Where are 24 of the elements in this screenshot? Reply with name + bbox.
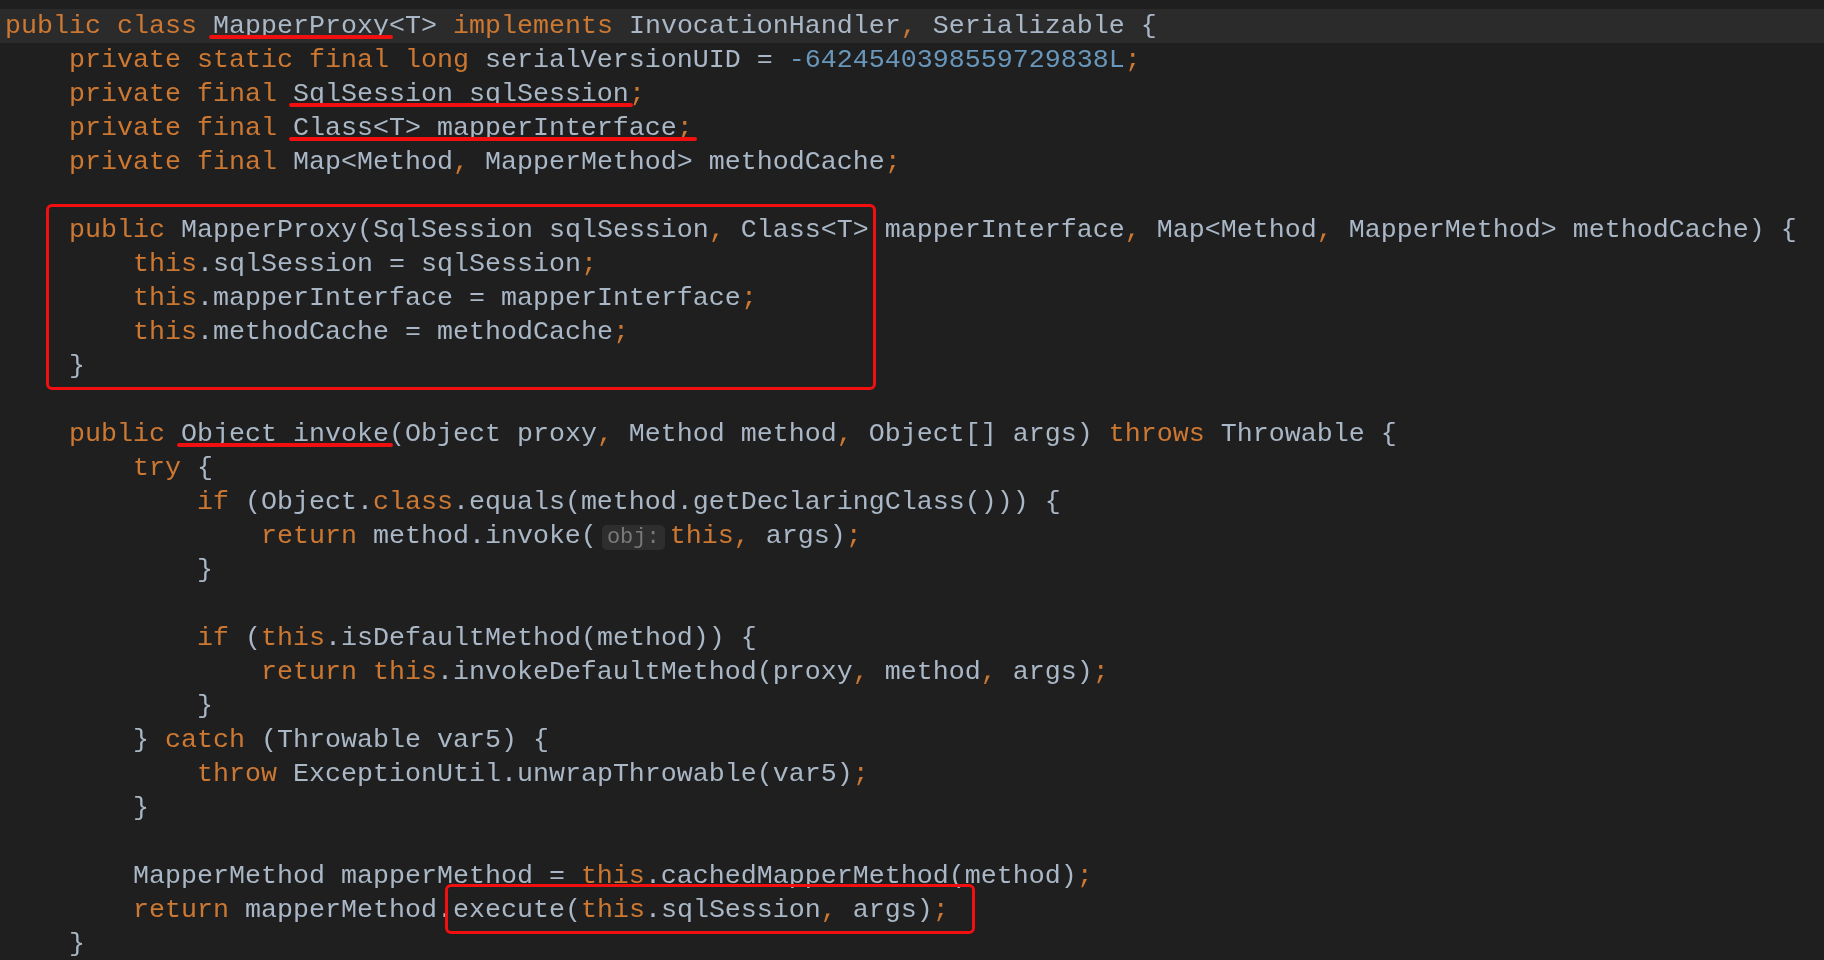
code-line: if (Object.class.equals(method.getDeclaringClass())) { [195, 486, 1061, 519]
code-line: private final Map<Method, MapperMethod> methodCache; [68, 146, 901, 179]
code-line: } [195, 554, 213, 587]
code-line: } catch (Throwable var5) { [131, 724, 549, 757]
code-line: return this.invokeDefaultMethod(proxy, method, args); [259, 656, 1109, 689]
code-line: this.mapperInterface = mapperInterface; [132, 282, 757, 315]
code-line: } [69, 350, 85, 383]
code-line: return method.invoke( obj: this, args); [259, 520, 862, 553]
code-line: try { [131, 452, 213, 485]
code-line: public MapperProxy(SqlSession sqlSession, Class<T> [69, 214, 869, 247]
code-line: this.sqlSession = sqlSession; [132, 248, 597, 281]
code-line: } [131, 792, 149, 825]
code-line: mapperInterface, Map<Method, MapperMethod> methodCache) { [883, 214, 1797, 247]
code-line: execute(this.sqlSession, args); [452, 894, 949, 927]
code-line: private final SqlSession sqlSession; [68, 78, 645, 111]
code-line: MapperMethod mapperMethod = this.cachedMapperMethod(method); [131, 860, 1093, 893]
code-line: return mapperMethod. [131, 894, 453, 927]
code-line: private static final long serialVersionUID = -6424540398559729838L; [68, 44, 1141, 77]
code-line: } [195, 690, 213, 723]
code-line: if (this.isDefaultMethod(method)) { [195, 622, 757, 655]
code-line: public Object invoke(Object proxy, Method method, Object[] args) throws Throwable { [68, 418, 1397, 451]
code-line: throw ExceptionUtil.unwrapThrowable(var5); [195, 758, 869, 791]
code-line: } [68, 928, 85, 960]
code-line: this.methodCache = methodCache; [132, 316, 629, 349]
